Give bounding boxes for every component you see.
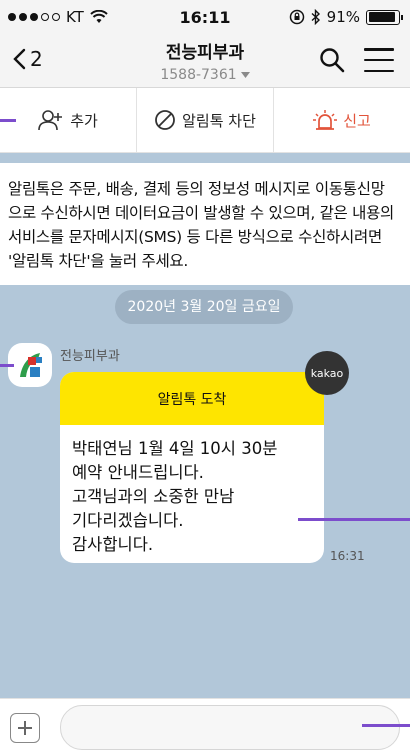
clinic-logo-icon — [14, 349, 46, 381]
report-label: 신고 — [343, 111, 371, 130]
message-line: 감사합니다. — [72, 535, 154, 554]
bubble-body: 박태연님 1월 4일 10시 30분 예약 안내드립니다. 고객님과의 소중한 … — [60, 425, 324, 557]
phone-number: 1588-7361 — [160, 67, 237, 83]
chat-title: 전능피부과 — [165, 43, 245, 63]
wifi-icon — [90, 10, 108, 23]
annotation-mark — [298, 518, 410, 521]
bluetooth-icon — [311, 9, 320, 25]
kakao-badge: kakao — [305, 351, 349, 395]
add-person-icon — [38, 110, 63, 131]
alimtalk-notice: 알림톡은 주문, 배송, 결제 등의 정보성 메시지로 이동통신망으로 수신하시… — [0, 163, 410, 285]
block-label: 알림톡 차단 — [182, 111, 256, 130]
siren-icon — [313, 110, 338, 130]
battery-fill — [368, 12, 395, 22]
signal-icon — [8, 13, 60, 21]
carrier-label: KT — [66, 8, 84, 26]
search-icon[interactable] — [318, 46, 346, 74]
menu-icon[interactable] — [364, 48, 394, 72]
message-line: 예약 안내드립니다. — [72, 463, 204, 482]
message-bubble[interactable]: 알림톡 도착 박태연님 1월 4일 10시 30분 예약 안내드립니다. 고객님… — [60, 372, 324, 563]
action-bar: 추가 알림톡 차단 신고 — [0, 88, 410, 153]
status-bar: KT 16:11 91% — [0, 0, 410, 34]
chat-header: 2 전능피부과 1588-7361 — [0, 34, 410, 88]
avatar[interactable] — [8, 343, 52, 387]
message-time: 16:31 — [330, 549, 365, 563]
battery-percent: 91% — [326, 8, 360, 26]
report-button[interactable]: 신고 — [274, 88, 410, 152]
add-label: 추가 — [70, 111, 98, 130]
input-bar — [0, 698, 410, 755]
status-right: 91% — [289, 8, 403, 26]
message-line: 기다리겠습니다. — [72, 511, 184, 530]
title-wrap: 전능피부과 1588-7361 — [0, 38, 410, 83]
annotation-mark — [0, 119, 16, 122]
date-divider: 2020년 3월 20일 금요일 — [115, 290, 293, 324]
annotation-mark — [0, 364, 14, 367]
block-alimtalk-button[interactable]: 알림톡 차단 — [137, 88, 274, 152]
status-time: 16:11 — [179, 7, 231, 27]
block-icon — [155, 110, 176, 130]
message-line: 박태연님 1월 4일 10시 30분 — [72, 439, 278, 458]
battery-icon — [366, 9, 403, 25]
message-input[interactable] — [60, 705, 400, 750]
bubble-header: 알림톡 도착 — [60, 372, 324, 425]
caret-down-icon — [240, 72, 250, 78]
message-line: 고객님과의 소중한 만남 — [72, 487, 235, 506]
status-left: KT — [8, 8, 108, 26]
sender-name: 전능피부과 — [60, 349, 120, 364]
add-friend-button[interactable]: 추가 — [0, 88, 137, 152]
chat-subtitle[interactable]: 1588-7361 — [160, 67, 250, 83]
rotation-lock-icon — [289, 9, 304, 25]
chat-area[interactable]: 알림톡은 주문, 배송, 결제 등의 정보성 메시지로 이동통신망으로 수신하시… — [0, 153, 410, 698]
annotation-mark — [362, 724, 410, 727]
plus-icon[interactable] — [10, 713, 40, 743]
